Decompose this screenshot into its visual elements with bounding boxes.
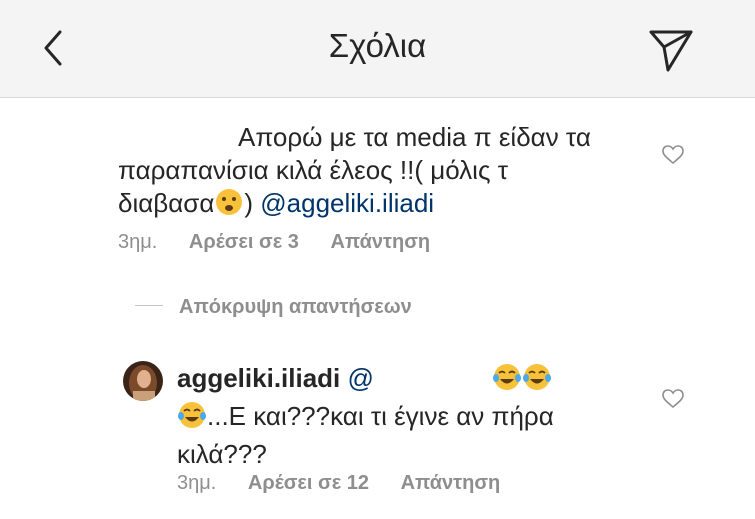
share-button[interactable] — [648, 26, 694, 72]
reply-comment-text: aggeliki.iliadi @ ...Ε και???και τι έγιν… — [177, 362, 637, 471]
header-bar: Σχόλια — [0, 0, 755, 98]
comment-line-3-end: ) — [244, 188, 261, 218]
reply-mention[interactable]: @ — [348, 363, 374, 393]
reply-line-3: κιλά??? — [177, 439, 267, 469]
comment-line-2: παραπανίσια κιλά έλεος !!( μόλις τ — [118, 155, 508, 185]
avatar[interactable] — [123, 361, 163, 401]
tears-of-joy-icon — [177, 400, 207, 438]
reply-username[interactable]: aggeliki.iliadi — [177, 363, 340, 393]
reply-reply-button[interactable]: Απάντηση — [401, 472, 501, 494]
likes-count-button[interactable]: Αρέσει σε 3 — [189, 231, 299, 253]
like-heart-button[interactable] — [662, 145, 684, 165]
hide-replies-label: Απόκρυψη απαντήσεων — [179, 296, 412, 318]
like-heart-button[interactable] — [662, 389, 684, 409]
comment-meta: 3ημ. Αρέσει σε 3 Απάντηση — [118, 231, 456, 254]
comment-line-1: Απορώ με τα media π είδαν τα — [238, 122, 591, 152]
divider-line — [135, 305, 163, 307]
heart-icon — [662, 145, 684, 165]
tears-of-joy-icon — [522, 362, 552, 400]
hide-replies-button[interactable]: Απόκρυψη απαντήσεων — [135, 296, 412, 319]
tears-of-joy-icon — [492, 362, 522, 400]
comment-line-3: διαβασα — [118, 188, 215, 218]
mention-link[interactable]: @aggeliki.iliadi — [260, 188, 434, 218]
comment-time: 3ημ. — [118, 231, 158, 253]
reply-meta: 3ημ. Αρέσει σε 12 Απάντηση — [177, 472, 526, 495]
page-title: Σχόλια — [328, 27, 427, 64]
reply-button[interactable]: Απάντηση — [330, 231, 430, 253]
comment-text: Απορώ με τα media π είδαν τα παραπανίσια… — [118, 121, 638, 225]
reply-line-2: ...Ε και???και τι έγινε αν πήρα — [207, 401, 554, 431]
reply-likes-count-button[interactable]: Αρέσει σε 12 — [248, 472, 369, 494]
heart-icon — [662, 389, 684, 409]
reply-time: 3ημ. — [177, 472, 217, 494]
paper-plane-icon — [649, 30, 693, 72]
frowning-face-icon — [214, 187, 244, 225]
